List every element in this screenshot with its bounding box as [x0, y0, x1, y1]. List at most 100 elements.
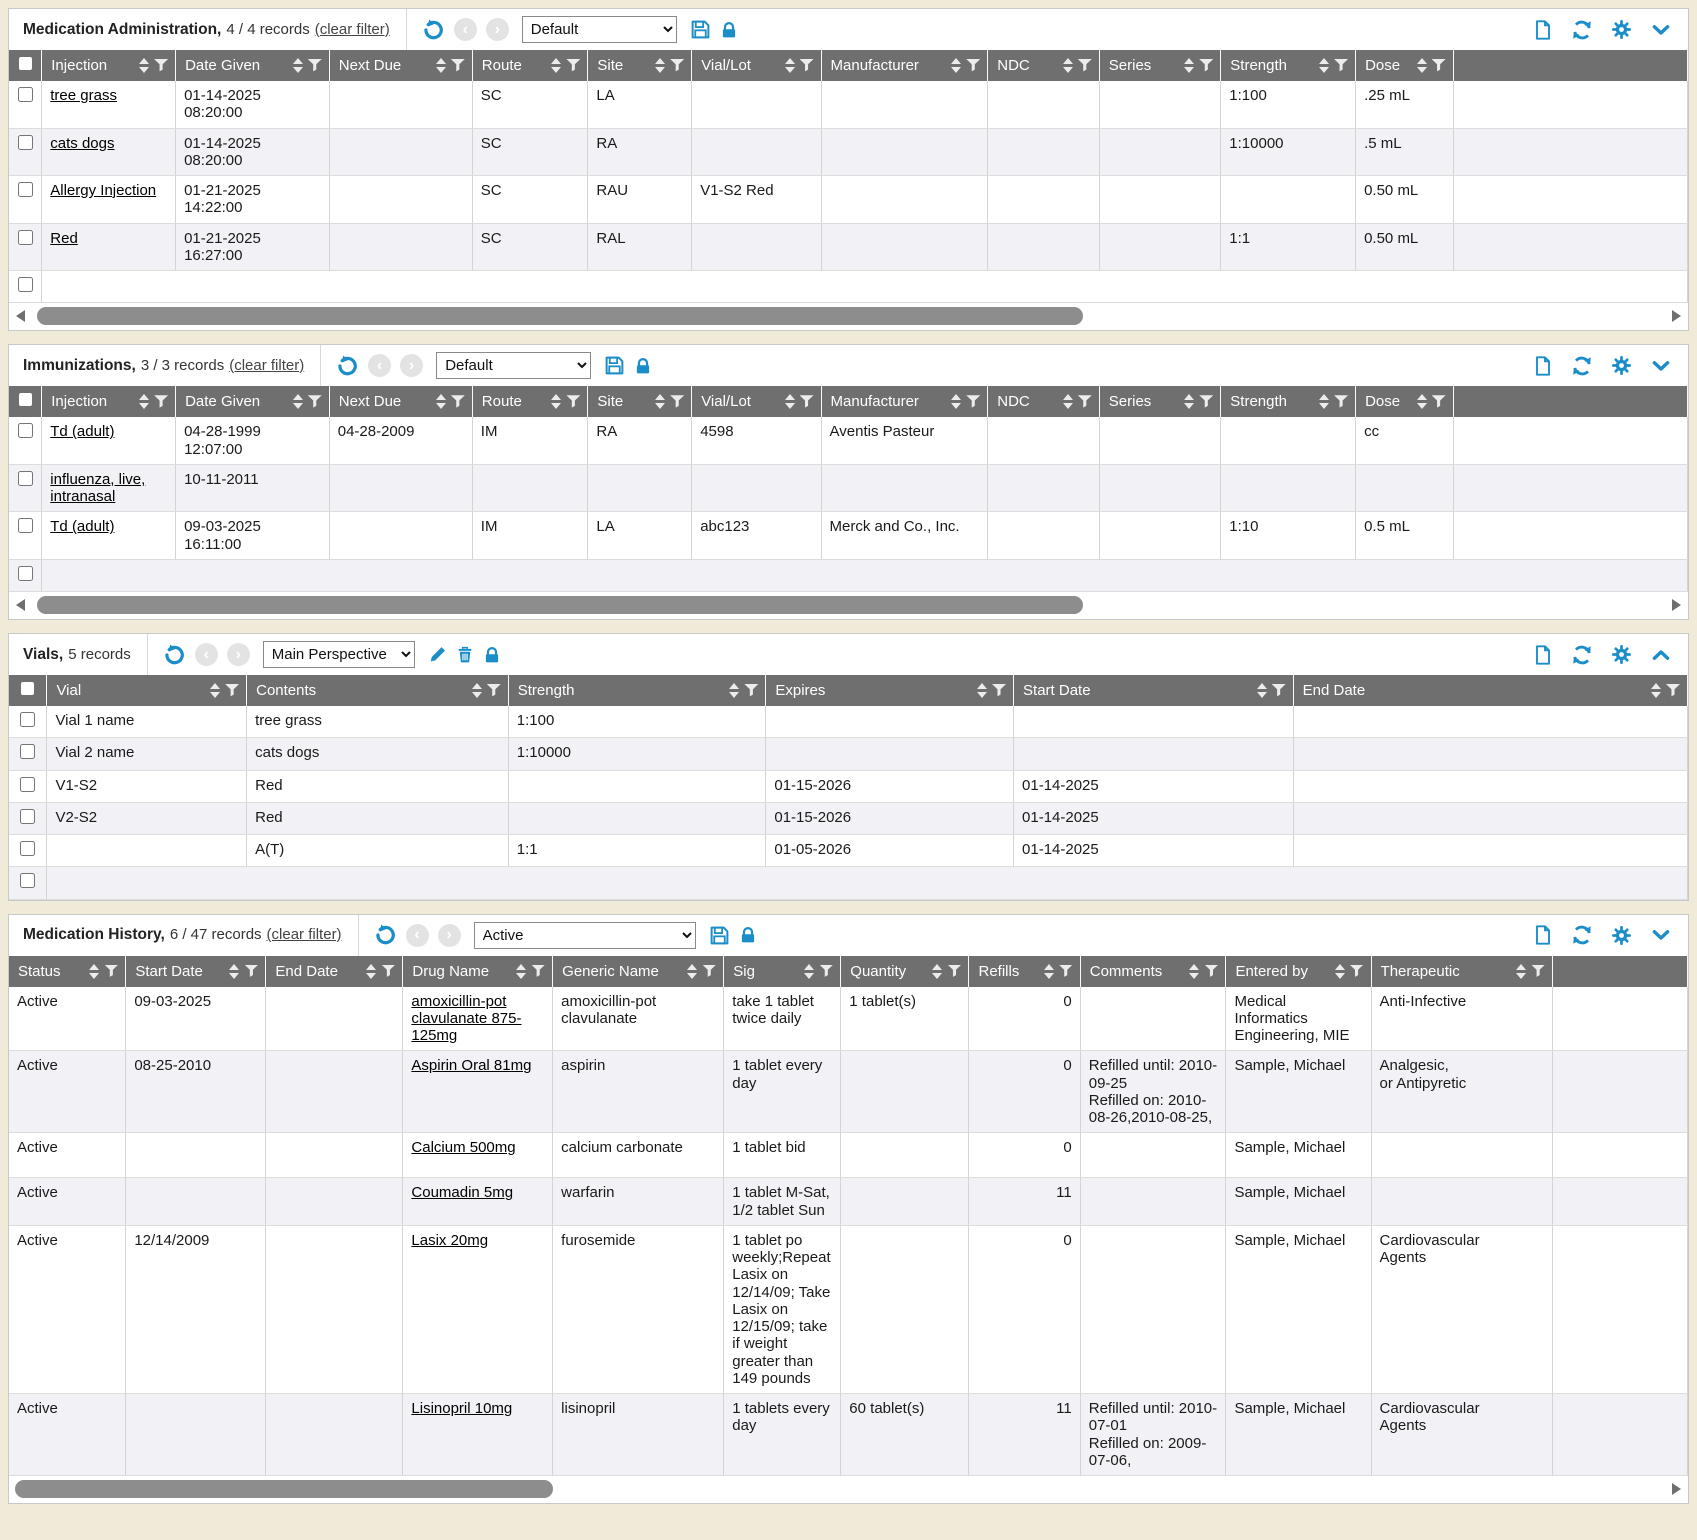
save-icon[interactable] — [690, 19, 711, 40]
sort-icon[interactable] — [1189, 964, 1199, 979]
row-checkbox[interactable] — [20, 809, 35, 824]
new-document-icon[interactable] — [1533, 19, 1553, 41]
scrollbar-thumb[interactable] — [37, 596, 1083, 614]
filter-funnel-icon[interactable] — [531, 965, 545, 978]
new-document-icon[interactable] — [1533, 355, 1553, 377]
sort-icon[interactable] — [293, 58, 303, 73]
sort-icon[interactable] — [229, 964, 239, 979]
gear-icon[interactable] — [1611, 19, 1632, 40]
column-header-entered_by[interactable]: Entered by — [1226, 956, 1371, 987]
filter-funnel-icon[interactable] — [702, 965, 716, 978]
drug_name-link[interactable]: Lasix 20mg — [411, 1232, 488, 1249]
injection-link[interactable]: influenza, live, intranasal — [50, 471, 145, 505]
column-header-status[interactable]: Status — [9, 956, 126, 987]
filter-funnel-icon[interactable] — [670, 59, 684, 72]
filter-funnel-icon[interactable] — [1432, 59, 1446, 72]
column-header-vial[interactable]: Vial — [47, 675, 247, 706]
filter-funnel-icon[interactable] — [1432, 395, 1446, 408]
scrollbar-thumb[interactable] — [37, 307, 1083, 325]
scroll-left-icon[interactable] — [16, 599, 25, 611]
column-header-dose[interactable]: Dose — [1356, 386, 1454, 417]
chevron-down-icon[interactable] — [1650, 20, 1672, 40]
sort-icon[interactable] — [1516, 964, 1526, 979]
filter-funnel-icon[interactable] — [104, 965, 118, 978]
gear-icon[interactable] — [1611, 644, 1632, 665]
filter-funnel-icon[interactable] — [1531, 965, 1545, 978]
filter-funnel-icon[interactable] — [308, 59, 322, 72]
drug_name-link[interactable]: Coumadin 5mg — [411, 1184, 513, 1201]
sort-icon[interactable] — [1184, 58, 1194, 73]
sort-icon[interactable] — [785, 58, 795, 73]
filter-funnel-icon[interactable] — [566, 59, 580, 72]
filter-funnel-icon[interactable] — [1059, 965, 1073, 978]
filter-funnel-icon[interactable] — [1078, 59, 1092, 72]
column-header-therapeutic[interactable]: Therapeutic — [1371, 956, 1553, 987]
column-header-ndc[interactable]: NDC — [988, 386, 1100, 417]
scrollbar-thumb[interactable] — [15, 1480, 553, 1498]
gear-icon[interactable] — [1611, 355, 1632, 376]
lock-icon[interactable] — [634, 356, 652, 376]
row-checkbox[interactable] — [18, 471, 33, 486]
filter-funnel-icon[interactable] — [966, 395, 980, 408]
select-all-checkbox[interactable] — [19, 57, 32, 70]
lock-icon[interactable] — [483, 645, 501, 665]
row-checkbox[interactable] — [20, 841, 35, 856]
filter-funnel-icon[interactable] — [800, 59, 814, 72]
filter-funnel-icon[interactable] — [800, 395, 814, 408]
row-checkbox[interactable] — [18, 277, 33, 292]
column-header-refills[interactable]: Refills — [969, 956, 1080, 987]
filter-funnel-icon[interactable] — [819, 965, 833, 978]
column-header-drug_name[interactable]: Drug Name — [403, 956, 553, 987]
column-header-injection[interactable]: Injection — [42, 386, 176, 417]
new-document-icon[interactable] — [1533, 924, 1553, 946]
column-header-comments[interactable]: Comments — [1080, 956, 1226, 987]
next-page-icon[interactable]: › — [227, 643, 250, 666]
injection-link[interactable]: cats dogs — [50, 135, 114, 152]
column-header-ndc[interactable]: NDC — [988, 50, 1100, 81]
column-header-site[interactable]: Site — [588, 50, 692, 81]
sort-icon[interactable] — [932, 964, 942, 979]
column-header-manufacturer[interactable]: Manufacturer — [821, 50, 988, 81]
sort-icon[interactable] — [366, 964, 376, 979]
filter-funnel-icon[interactable] — [381, 965, 395, 978]
filter-funnel-icon[interactable] — [1334, 395, 1348, 408]
row-checkbox[interactable] — [18, 230, 33, 245]
sort-icon[interactable] — [210, 683, 220, 698]
injection-link[interactable]: Allergy Injection — [50, 182, 156, 199]
sort-icon[interactable] — [472, 683, 482, 698]
sort-icon[interactable] — [139, 394, 149, 409]
sort-icon[interactable] — [951, 394, 961, 409]
select-all-checkbox[interactable] — [19, 393, 32, 406]
chevron-down-icon[interactable] — [1650, 925, 1672, 945]
sort-icon[interactable] — [1651, 683, 1661, 698]
filter-funnel-icon[interactable] — [566, 395, 580, 408]
column-header-generic_name[interactable]: Generic Name — [553, 956, 724, 987]
previous-page-icon[interactable]: ‹ — [368, 354, 391, 377]
sort-icon[interactable] — [1044, 964, 1054, 979]
injection-link[interactable]: Red — [50, 230, 78, 247]
column-header-strength[interactable]: Strength — [1221, 386, 1356, 417]
perspective-select[interactable]: Active — [474, 922, 696, 949]
column-header-quantity[interactable]: Quantity — [841, 956, 969, 987]
gear-icon[interactable] — [1611, 925, 1632, 946]
refresh-icon[interactable] — [1571, 19, 1593, 41]
column-header-expires[interactable]: Expires — [766, 675, 1014, 706]
undo-icon[interactable] — [162, 643, 186, 667]
column-header-route[interactable]: Route — [472, 386, 588, 417]
new-document-icon[interactable] — [1533, 644, 1553, 666]
filter-funnel-icon[interactable] — [487, 684, 501, 697]
refresh-icon[interactable] — [1571, 644, 1593, 666]
sort-icon[interactable] — [1063, 394, 1073, 409]
trash-icon[interactable] — [456, 645, 474, 665]
sort-icon[interactable] — [1184, 394, 1194, 409]
clear-filter-link[interactable]: (clear filter) — [229, 357, 304, 374]
row-checkbox[interactable] — [18, 518, 33, 533]
sort-icon[interactable] — [436, 394, 446, 409]
scroll-left-icon[interactable] — [16, 310, 25, 322]
filter-funnel-icon[interactable] — [244, 965, 258, 978]
column-header-site[interactable]: Site — [588, 386, 692, 417]
drug_name-link[interactable]: Lisinopril 10mg — [411, 1400, 512, 1417]
filter-funnel-icon[interactable] — [1204, 965, 1218, 978]
filter-funnel-icon[interactable] — [1199, 59, 1213, 72]
lock-icon[interactable] — [739, 925, 757, 945]
